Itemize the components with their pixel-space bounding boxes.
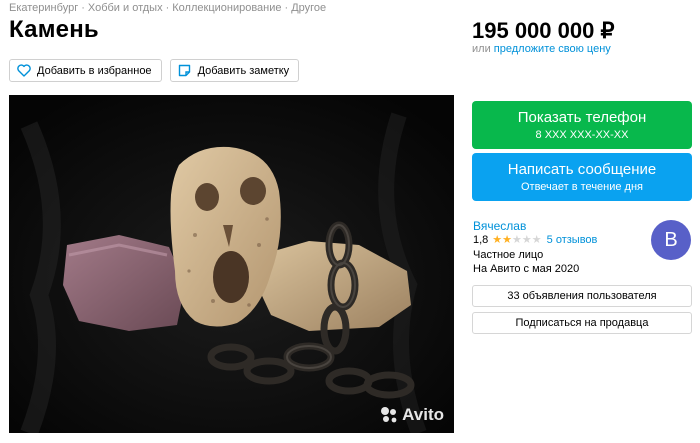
seller-name-link[interactable]: Вячеслав [473,219,526,233]
breadcrumb-separator: · [81,2,85,14]
price: 195 000 000 ₽ [472,18,615,43]
rating-stars: ★ ★ ★ ★ ★ [492,233,542,246]
listing-photo[interactable]: Avito [9,95,454,433]
add-note-label: Добавить заметку [197,64,290,77]
breadcrumb-item-collecting[interactable]: Коллекционирование [172,2,281,14]
star-icon: ★ [502,233,513,246]
breadcrumb-separator: · [165,2,170,14]
star-icon: ★ [512,233,522,246]
subscribe-seller-button[interactable]: Подписаться на продавца [472,312,692,334]
breadcrumb-item-hobby[interactable]: Хобби и отдых [88,2,163,14]
add-to-favorites-label: Добавить в избранное [37,64,152,77]
breadcrumb-item-other[interactable]: Другое [291,2,326,14]
breadcrumb: Екатеринбург · Хобби и отдых · Коллекциониро… [9,2,326,14]
write-message-button[interactable]: Написать сообщение Отвечает в течение дн… [472,153,692,201]
star-icon: ★ [531,233,542,246]
add-note-button[interactable]: Добавить заметку [169,59,300,82]
masked-phone: 8 XXX XXX-XX-XX [535,129,629,141]
heart-icon [17,64,31,78]
star-icon: ★ [492,233,503,246]
show-phone-label: Показать телефон [517,109,647,126]
show-phone-button[interactable]: Показать телефон 8 XXX XXX-XX-XX [472,101,692,149]
seller-since: На Авито с мая 2020 [473,263,580,275]
user-ads-button[interactable]: 33 объявления пользователя [472,285,692,307]
breadcrumb-separator: · [284,2,289,14]
price-hint: или предложите свою цену [472,43,611,55]
reviews-link[interactable]: 5 отзывов [547,234,598,246]
avito-logo-icon [379,406,399,424]
seller-type: Частное лицо [473,249,544,261]
rating-value: 1,8 [473,234,489,246]
avito-watermark: Avito [379,405,444,425]
response-time: Отвечает в течение дня [520,181,644,193]
write-message-label: Написать сообщение [507,161,657,178]
seller-rating: 1,8 ★ ★ ★ ★ ★ 5 отзывов [473,234,597,246]
note-icon [178,64,192,78]
offer-price-link[interactable]: предложите свою цену [494,43,611,55]
star-icon: ★ [521,233,532,246]
add-to-favorites-button[interactable]: Добавить в избранное [9,59,162,82]
listing-title: Камень [9,16,99,43]
price-or-text: или [472,43,491,55]
seller-avatar[interactable]: В [651,220,691,260]
watermark-text: Avito [402,405,444,424]
listing-actions: Добавить в избранное Добавить заметку [9,59,300,82]
breadcrumb-item-city[interactable]: Екатеринбург [9,2,78,14]
